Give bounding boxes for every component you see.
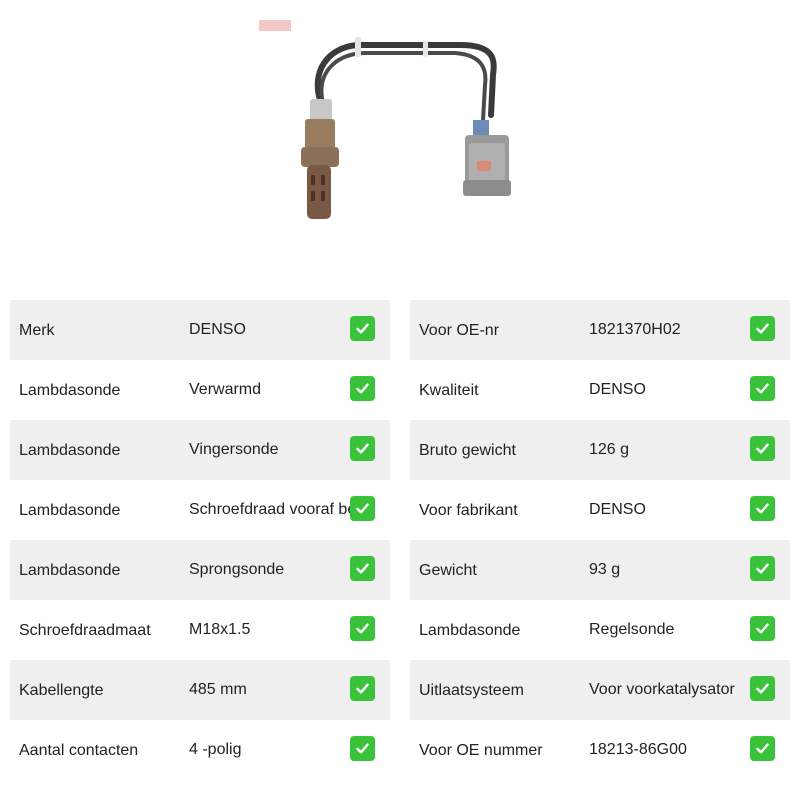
spec-table-left: Merk DENSO Lambdasonde Verwarmd Lambdaso… [10, 300, 390, 780]
spec-row: Voor OE nummer 18213-86G00 [410, 720, 790, 780]
spec-row: Merk DENSO [10, 300, 390, 360]
spec-label: Lambdasonde [19, 502, 121, 519]
spec-label: Kwaliteit [419, 382, 479, 399]
check-icon [350, 496, 375, 521]
spec-row: Uitlaatsysteem Voor voorkatalysator [410, 660, 790, 720]
spec-label: Voor OE nummer [419, 742, 543, 759]
check-icon [350, 316, 375, 341]
spec-row: Kabellengte 485 mm [10, 660, 390, 720]
spec-label: Voor fabrikant [419, 502, 518, 519]
spec-row: Lambdasonde Schroefdraad vooraf bev [10, 480, 390, 540]
check-icon [750, 616, 775, 641]
check-icon [350, 376, 375, 401]
spec-label: Bruto gewicht [419, 442, 516, 459]
check-icon [350, 736, 375, 761]
spec-table-right: Voor OE-nr 1821370H02 Kwaliteit DENSO Br… [410, 300, 790, 780]
spec-label: Schroefdraadmaat [19, 622, 151, 639]
spec-row: Lambdasonde Sprongsonde [10, 540, 390, 600]
check-icon [750, 316, 775, 341]
spec-row: Lambdasonde Verwarmd [10, 360, 390, 420]
spec-label: Voor OE-nr [419, 322, 500, 339]
spec-row: Gewicht 93 g [410, 540, 790, 600]
check-icon [350, 556, 375, 581]
check-icon [750, 436, 775, 461]
check-icon [350, 676, 375, 701]
spec-row: Voor fabrikant DENSO [410, 480, 790, 540]
check-icon [750, 376, 775, 401]
spec-row: Lambdasonde Regelsonde [410, 600, 790, 660]
spec-label: Lambdasonde [419, 622, 521, 639]
spec-label: Lambdasonde [19, 382, 121, 399]
spec-row: Voor OE-nr 1821370H02 [410, 300, 790, 360]
spec-row: Kwaliteit DENSO [410, 360, 790, 420]
spec-label: Aantal contacten [19, 742, 139, 759]
spec-row: Bruto gewicht 126 g [410, 420, 790, 480]
check-icon [350, 436, 375, 461]
spec-label: Lambdasonde [19, 442, 121, 459]
product-image [255, 15, 545, 230]
spec-row: Schroefdraadmaat M18x1.5 [10, 600, 390, 660]
spec-row: Aantal contacten 4 -polig [10, 720, 390, 780]
spec-label: Gewicht [419, 562, 477, 579]
check-icon [350, 616, 375, 641]
check-icon [750, 556, 775, 581]
spec-label: Merk [19, 322, 55, 339]
check-icon [750, 496, 775, 521]
spec-label: Uitlaatsysteem [419, 682, 524, 699]
lambda-sensor-image [259, 20, 511, 219]
spec-label: Lambdasonde [19, 562, 121, 579]
check-icon [750, 736, 775, 761]
spec-label: Kabellengte [19, 682, 104, 699]
spec-row: Lambdasonde Vingersonde [10, 420, 390, 480]
check-icon [750, 676, 775, 701]
brand-logo [259, 20, 291, 31]
